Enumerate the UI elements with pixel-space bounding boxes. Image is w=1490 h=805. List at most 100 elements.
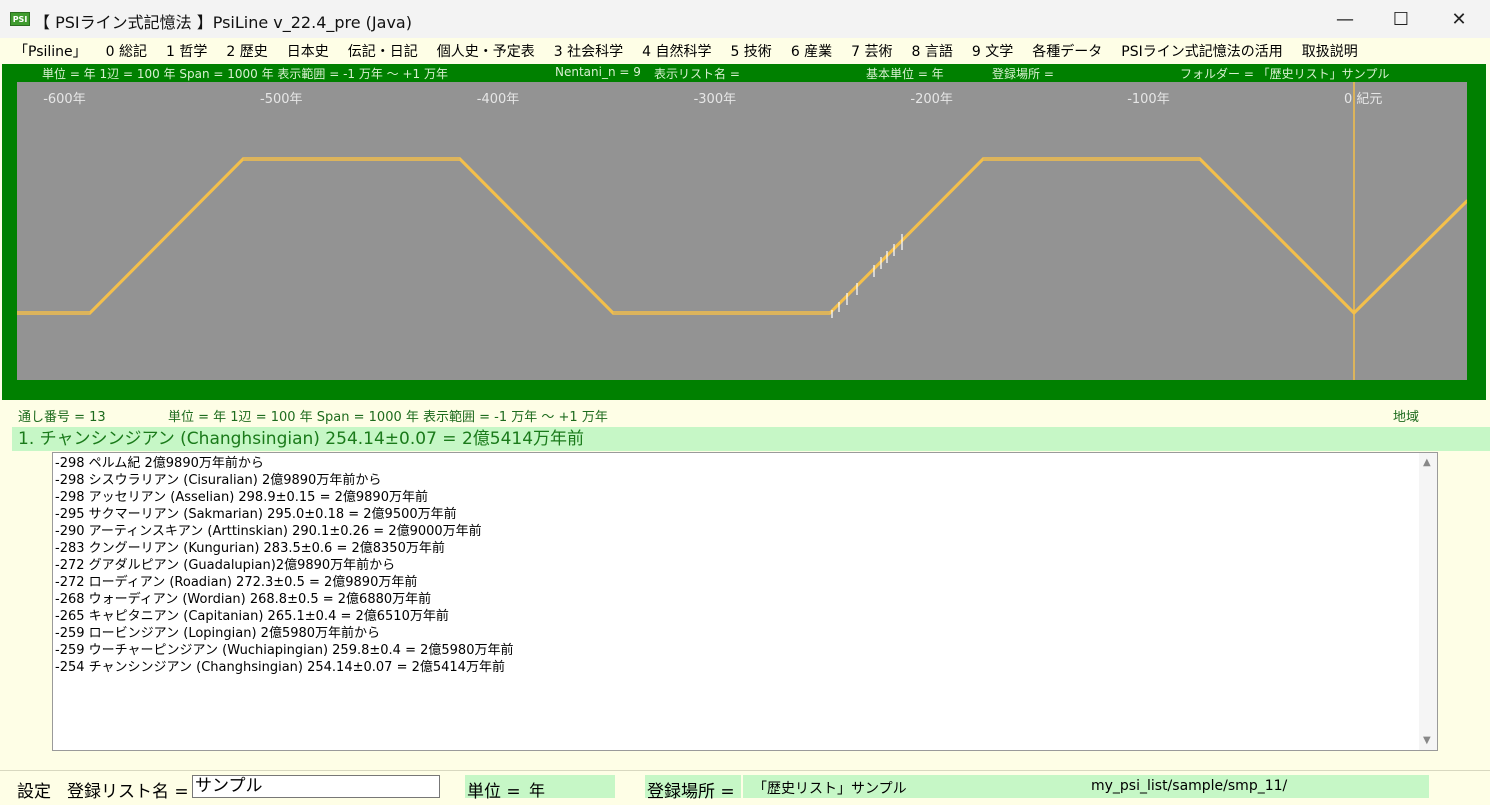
list-item[interactable]: -298 ペルム紀 2億9890万年前から — [55, 455, 513, 472]
list-item[interactable]: -272 グアダルピアン (Guadalupian)2億9890万年前から — [55, 557, 513, 574]
unit-value: 年 — [529, 781, 546, 800]
list-item[interactable]: -298 シスウラリアン (Cisuralian) 2億9890万年前から — [55, 472, 513, 489]
list-item[interactable]: -290 アーティンスキアン (Arttinskian) 290.1±0.26 … — [55, 523, 513, 540]
location-label: 登録場所 = — [647, 782, 735, 802]
maximize-icon: ☐ — [1392, 8, 1410, 30]
list-scrollbar[interactable]: ▲ ▼ — [1419, 453, 1437, 750]
history-list-rows: -298 ペルム紀 2億9890万年前から -298 シスウラリアン (Cisur… — [55, 455, 513, 676]
minimize-button[interactable]: — — [1316, 0, 1374, 38]
list-item-year: -283 — [55, 541, 89, 556]
graph-location: 登録場所 = — [992, 67, 1054, 81]
psi-line-primary — [17, 159, 1467, 316]
list-item-text: サクマーリアン (Sakmarian) 295.0±0.18 = 2億9500万… — [88, 507, 457, 522]
menu-natural-science[interactable]: 4 自然科学 — [642, 41, 711, 61]
list-item-text: アーティンスキアン (Arttinskian) 290.1±0.26 = 2億9… — [88, 524, 482, 539]
menu-japanese-history[interactable]: 日本史 — [287, 41, 329, 61]
list-name-input[interactable]: サンプル — [192, 775, 440, 798]
serial-number: 通し番号 = 13 — [18, 410, 106, 425]
maximize-button[interactable]: ☐ — [1372, 0, 1430, 38]
list-item-text: ロービンジアン (Lopingian) 2億5980万年前から — [88, 626, 381, 641]
menu-psiline[interactable]: 「Psiline」 — [14, 41, 87, 61]
menu-bar: 「Psiline」 0 総記 1 哲学 2 歴史 日本史 伝記・日記 個人史・予… — [0, 38, 1490, 64]
psi-line-svg — [17, 82, 1467, 380]
region-label[interactable]: 地域 — [1393, 406, 1419, 425]
list-item[interactable]: -283 クングーリアン (Kungurian) 283.5±0.6 = 2億8… — [55, 540, 513, 557]
list-item[interactable]: -272 ローディアン (Roadian) 272.3±0.5 = 2億9890… — [55, 574, 513, 591]
location-value-field: 「歴史リスト」サンプル my_psi_list/sample/smp_11/ — [743, 775, 1429, 798]
menu-literature[interactable]: 9 文学 — [972, 41, 1013, 61]
list-item[interactable]: -259 ウーチャーピンジアン (Wuchiapingian) 259.8±0.… — [55, 642, 513, 659]
unit-label: 単位 = — [467, 782, 521, 802]
list-item-year: -259 — [55, 626, 89, 641]
menu-technology[interactable]: 5 技術 — [730, 41, 771, 61]
list-item[interactable]: -295 サクマーリアン (Sakmarian) 295.0±0.18 = 2億… — [55, 506, 513, 523]
title-bar: PSI 【 PSIライン式記憶法 】PsiLine v_22.4_pre (Ja… — [0, 0, 1490, 38]
menu-personal-history[interactable]: 個人史・予定表 — [437, 41, 535, 61]
list-item-year: -272 — [55, 575, 89, 590]
graph-folder: フォルダー = 「歴史リスト」サンプル — [1180, 67, 1390, 81]
list-item-year: -265 — [55, 609, 89, 624]
list-item-year: -298 — [55, 490, 89, 505]
settings-button[interactable]: 設定 — [17, 777, 51, 802]
menu-industry[interactable]: 6 産業 — [791, 41, 832, 61]
list-item-year: -298 — [55, 456, 89, 471]
psi-line-plot[interactable]: -700年-600年-500年-400年-300年-200年-100年0 紀元 — [17, 82, 1467, 380]
list-item-text: グアダルピアン (Guadalupian)2億9890万年前から — [88, 558, 396, 573]
menu-social-science[interactable]: 3 社会科学 — [554, 41, 623, 61]
graph-list-name: 表示リスト名 = — [654, 67, 740, 81]
list-item-year: -254 — [55, 660, 89, 675]
menu-usage[interactable]: PSIライン式記憶法の活用 — [1121, 41, 1282, 61]
app-icon: PSI — [10, 12, 30, 26]
list-item-year: -272 — [55, 558, 89, 573]
selected-entry-header: 1. チャンシンジアン (Changhsingian) 254.14±0.07 … — [12, 427, 1490, 451]
lower-info-bar: 通し番号 = 13 単位 = 年 1辺 = 100 年 Span = 1000 … — [0, 404, 1490, 425]
history-list[interactable]: -298 ペルム紀 2億9890万年前から -298 シスウラリアン (Cisur… — [52, 452, 1438, 751]
menu-general[interactable]: 0 総記 — [106, 41, 147, 61]
graph-nentani: Nentani_n = 9 — [555, 65, 641, 79]
scroll-down-icon[interactable]: ▼ — [1423, 735, 1431, 746]
menu-history[interactable]: 2 歴史 — [226, 41, 267, 61]
unit-value-field: 年 — [523, 775, 615, 800]
menu-manual[interactable]: 取扱説明 — [1302, 41, 1358, 61]
close-button[interactable]: ✕ — [1430, 0, 1488, 38]
location-value: 「歴史リスト」サンプル — [753, 781, 907, 797]
list-item[interactable]: -254 チャンシンジアン (Changhsingian) 254.14±0.0… — [55, 659, 513, 676]
list-name-label: 登録リスト名 = — [67, 782, 189, 802]
list-item-text: ローディアン (Roadian) 272.3±0.5 = 2億9890万年前 — [88, 575, 418, 590]
graph-base-unit: 基本単位 = 年 — [866, 67, 944, 81]
list-item-year: -259 — [55, 643, 89, 658]
scroll-up-icon[interactable]: ▲ — [1423, 457, 1431, 468]
graph-units: 単位 = 年 1辺 = 100 年 Span = 1000 年 表示範囲 = -… — [42, 67, 448, 81]
list-item-text: クングーリアン (Kungurian) 283.5±0.6 = 2億8350万年… — [88, 541, 445, 556]
list-item[interactable]: -259 ロービンジアン (Lopingian) 2億5980万年前から — [55, 625, 513, 642]
menu-language[interactable]: 8 言語 — [912, 41, 953, 61]
menu-philosophy[interactable]: 1 哲学 — [166, 41, 207, 61]
psi-line-shadow — [17, 157, 1467, 314]
menu-arts[interactable]: 7 芸術 — [851, 41, 892, 61]
list-item-text: ペルム紀 2億9890万年前から — [88, 456, 264, 471]
menu-data[interactable]: 各種データ — [1032, 41, 1102, 61]
list-item-text: キャピタニアン (Capitanian) 265.1±0.4 = 2億6510万… — [88, 609, 449, 624]
close-icon: ✕ — [1451, 8, 1467, 30]
list-item-text: ウォーディアン (Wordian) 268.8±0.5 = 2億6880万年前 — [88, 592, 432, 607]
list-item-text: シスウラリアン (Cisuralian) 2億9890万年前から — [88, 473, 382, 488]
minimize-icon: — — [1336, 8, 1354, 30]
location-path: my_psi_list/sample/smp_11/ — [1091, 778, 1288, 794]
list-item-text: アッセリアン (Asselian) 298.9±0.15 = 2億9890万年前 — [88, 490, 428, 505]
list-item-year: -295 — [55, 507, 89, 522]
unit-label-field: 単位 = — [465, 775, 523, 802]
menu-biography[interactable]: 伝記・日記 — [348, 41, 418, 61]
list-item-text: チャンシンジアン (Changhsingian) 254.14±0.07 = 2… — [88, 660, 505, 675]
list-item[interactable]: -268 ウォーディアン (Wordian) 268.8±0.5 = 2億688… — [55, 591, 513, 608]
list-item-text: ウーチャーピンジアン (Wuchiapingian) 259.8±0.4 = 2… — [88, 643, 514, 658]
list-item-year: -298 — [55, 473, 89, 488]
location-label-field: 登録場所 = — [645, 775, 741, 802]
list-item-year: -290 — [55, 524, 89, 539]
psi-line-graph-frame: 単位 = 年 1辺 = 100 年 Span = 1000 年 表示範囲 = -… — [2, 64, 1486, 400]
list-item[interactable]: -298 アッセリアン (Asselian) 298.9±0.15 = 2億98… — [55, 489, 513, 506]
lower-units: 単位 = 年 1辺 = 100 年 Span = 1000 年 表示範囲 = -… — [168, 410, 608, 425]
list-item-year: -268 — [55, 592, 89, 607]
window-title: 【 PSIライン式記憶法 】PsiLine v_22.4_pre (Java) — [34, 13, 412, 32]
list-item[interactable]: -265 キャピタニアン (Capitanian) 265.1±0.4 = 2億… — [55, 608, 513, 625]
status-bar: 設定 登録リスト名 = サンプル 単位 = 年 登録場所 = 「歴史リスト」サン… — [0, 770, 1490, 805]
